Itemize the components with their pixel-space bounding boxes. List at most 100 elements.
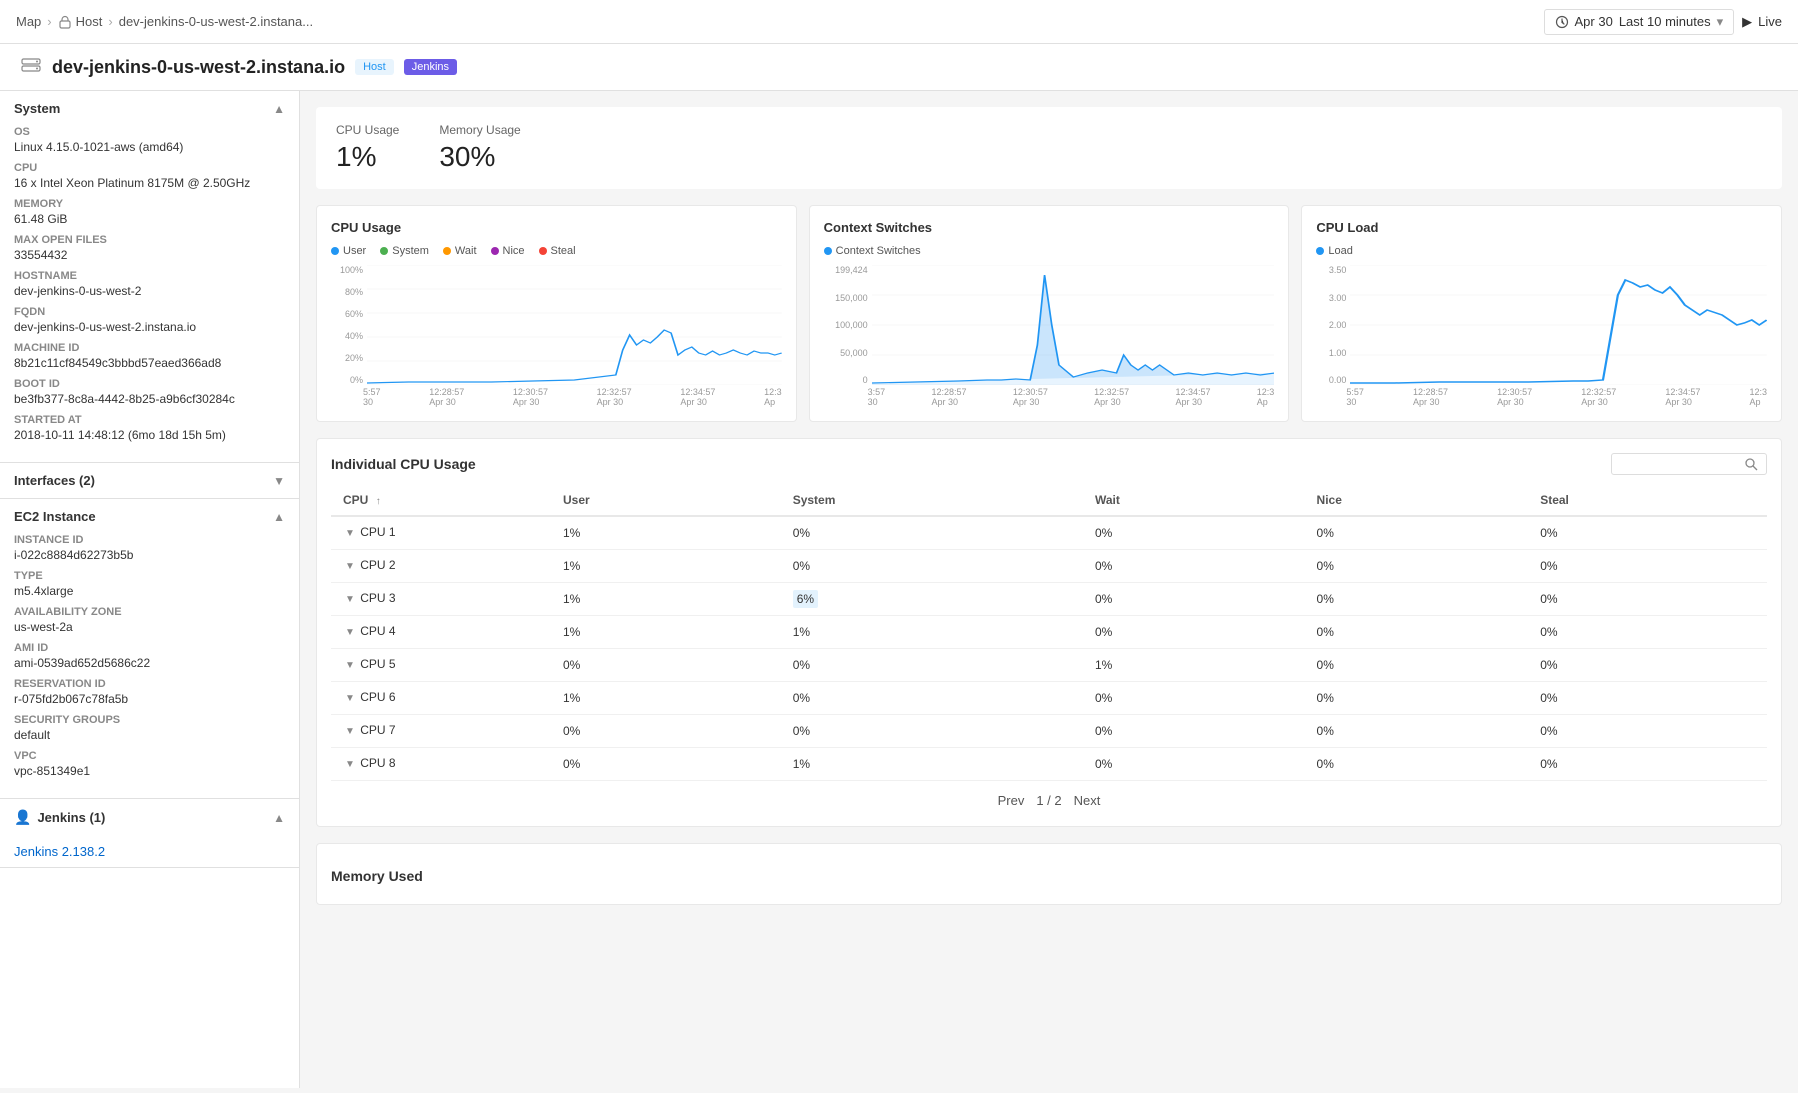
table-row: ▼ CPU 4 1% 1% 0% 0% 0% — [331, 616, 1767, 649]
cpu-name: CPU 5 — [360, 657, 395, 671]
lock-icon — [58, 15, 72, 29]
stat-memory-value: 30% — [439, 141, 520, 173]
live-label: Live — [1758, 14, 1782, 29]
cell-user: 0% — [551, 649, 781, 682]
chevron-down-interfaces-icon: ▼ — [273, 474, 285, 488]
expand-button[interactable]: ▼ — [343, 526, 357, 541]
live-button[interactable]: ▶ Live — [1742, 14, 1782, 30]
col-header-wait[interactable]: Wait — [1083, 485, 1305, 516]
sidebar-value-maxfiles: 33554432 — [14, 248, 285, 262]
breadcrumb-map[interactable]: Map — [16, 14, 41, 29]
sidebar-section-jenkins-header[interactable]: 👤 Jenkins (1) ▲ — [0, 799, 299, 836]
sort-up-icon: ↑ — [376, 496, 381, 507]
legend-label-system: System — [392, 245, 429, 257]
cpu-chart-svg — [367, 265, 782, 385]
sidebar-section-system-header[interactable]: System ▲ — [0, 91, 299, 126]
expand-button[interactable]: ▼ — [343, 592, 357, 607]
stat-cpu: CPU Usage 1% — [336, 123, 399, 173]
legend-dot-system — [380, 247, 388, 255]
sidebar-system-label: System — [14, 101, 60, 116]
col-header-steal[interactable]: Steal — [1528, 485, 1767, 516]
cell-user: 1% — [551, 550, 781, 583]
sidebar-system-content: OS Linux 4.15.0-1021-aws (amd64) CPU 16 … — [0, 126, 299, 462]
jenkins-link[interactable]: Jenkins 2.138.2 — [0, 836, 299, 867]
cpu-name: CPU 8 — [360, 756, 395, 770]
cpu-name: CPU 3 — [360, 591, 395, 605]
legend-label-user: User — [343, 245, 366, 257]
next-button[interactable]: Next — [1074, 793, 1101, 808]
cell-cpu-name: ▼ CPU 1 — [331, 516, 551, 550]
memory-section: Memory Used — [316, 843, 1782, 905]
sidebar-section-ec2-header[interactable]: EC2 Instance ▲ — [0, 499, 299, 534]
legend-dot-user — [331, 247, 339, 255]
sidebar-value-instanceid: i-022c8884d62273b5b — [14, 548, 285, 562]
legend-system: System — [380, 245, 429, 257]
col-header-cpu[interactable]: CPU ↑ — [331, 485, 551, 516]
sidebar-section-interfaces-header[interactable]: Interfaces (2) ▼ — [0, 463, 299, 498]
expand-button[interactable]: ▼ — [343, 691, 357, 706]
cell-wait: 0% — [1083, 583, 1305, 616]
sidebar-section-jenkins: 👤 Jenkins (1) ▲ Jenkins 2.138.2 — [0, 799, 299, 868]
sidebar-label-startedat: Started At — [14, 414, 285, 426]
cell-nice: 0% — [1305, 715, 1529, 748]
top-nav: Map › Host › dev-jenkins-0-us-west-2.ins… — [0, 0, 1798, 44]
cell-user: 1% — [551, 682, 781, 715]
time-range-button[interactable]: Apr 30 Last 10 minutes ▾ — [1544, 9, 1735, 35]
sidebar-field-bootid: Boot ID be3fb377-8c8a-4442-8b25-a9b6cf30… — [14, 378, 285, 406]
breadcrumb-host[interactable]: Host — [58, 14, 103, 29]
expand-button[interactable]: ▼ — [343, 658, 357, 673]
memory-title: Memory Used — [331, 858, 1767, 890]
cell-user: 0% — [551, 715, 781, 748]
table-row: ▼ CPU 2 1% 0% 0% 0% 0% — [331, 550, 1767, 583]
legend-wait: Wait — [443, 245, 477, 257]
sidebar-label-machineid: Machine ID — [14, 342, 285, 354]
cpu-data-table: CPU ↑ User System Wait Nice Steal ▼ CPU … — [331, 485, 1767, 781]
legend-label-ctx: Context Switches — [836, 245, 921, 257]
expand-button[interactable]: ▼ — [343, 724, 357, 739]
sidebar-section-interfaces: Interfaces (2) ▼ — [0, 463, 299, 499]
legend-label-wait: Wait — [455, 245, 477, 257]
cell-user: 1% — [551, 516, 781, 550]
load-chart-svg — [1350, 265, 1767, 385]
sidebar-field-vpc: VPC vpc-851349e1 — [14, 750, 285, 778]
cell-steal: 0% — [1528, 583, 1767, 616]
expand-button[interactable]: ▼ — [343, 757, 357, 772]
col-header-nice[interactable]: Nice — [1305, 485, 1529, 516]
sidebar-label-os: OS — [14, 126, 285, 138]
sidebar-label-cpu: CPU — [14, 162, 285, 174]
jenkins-sidebar-icon: 👤 — [14, 809, 31, 826]
col-header-system[interactable]: System — [781, 485, 1083, 516]
sidebar-field-fqdn: FQDN dev-jenkins-0-us-west-2.instana.io — [14, 306, 285, 334]
cell-system: 1% — [781, 748, 1083, 781]
sidebar-interfaces-label: Interfaces (2) — [14, 473, 95, 488]
cpu-load-legend: Load — [1316, 245, 1767, 257]
ctx-chart-y-axis: 199,424150,000100,00050,0000 — [824, 265, 868, 385]
expand-button[interactable]: ▼ — [343, 625, 357, 640]
sidebar-field-ami: AMI ID ami-0539ad652d5686c22 — [14, 642, 285, 670]
expand-button[interactable]: ▼ — [343, 559, 357, 574]
sidebar-label-type: Type — [14, 570, 285, 582]
cpu-search-box[interactable] — [1611, 453, 1767, 475]
play-icon: ▶ — [1742, 14, 1752, 30]
cell-system: 1% — [781, 616, 1083, 649]
cell-user: 1% — [551, 616, 781, 649]
legend-ctx: Context Switches — [824, 245, 921, 257]
breadcrumb-sep2: › — [108, 14, 112, 29]
sidebar-value-fqdn: dev-jenkins-0-us-west-2.instana.io — [14, 320, 285, 334]
time-controls: Apr 30 Last 10 minutes ▾ ▶ Live — [1544, 9, 1782, 35]
prev-button[interactable]: Prev — [998, 793, 1025, 808]
col-header-user[interactable]: User — [551, 485, 781, 516]
cell-wait: 0% — [1083, 516, 1305, 550]
cpu-search-input[interactable] — [1620, 457, 1740, 471]
cell-nice: 0% — [1305, 649, 1529, 682]
page-indicator: 1 / 2 — [1036, 793, 1061, 808]
cell-system: 0% — [781, 649, 1083, 682]
legend-label-load: Load — [1328, 245, 1352, 257]
sidebar-label-maxfiles: Max Open Files — [14, 234, 285, 246]
cpu-load-chart: CPU Load Load 3.503.002.001.000.00 — [1301, 205, 1782, 422]
legend-nice: Nice — [491, 245, 525, 257]
search-icon — [1744, 457, 1758, 471]
table-header: CPU ↑ User System Wait Nice Steal — [331, 485, 1767, 516]
cell-user: 0% — [551, 748, 781, 781]
table-row: ▼ CPU 7 0% 0% 0% 0% 0% — [331, 715, 1767, 748]
